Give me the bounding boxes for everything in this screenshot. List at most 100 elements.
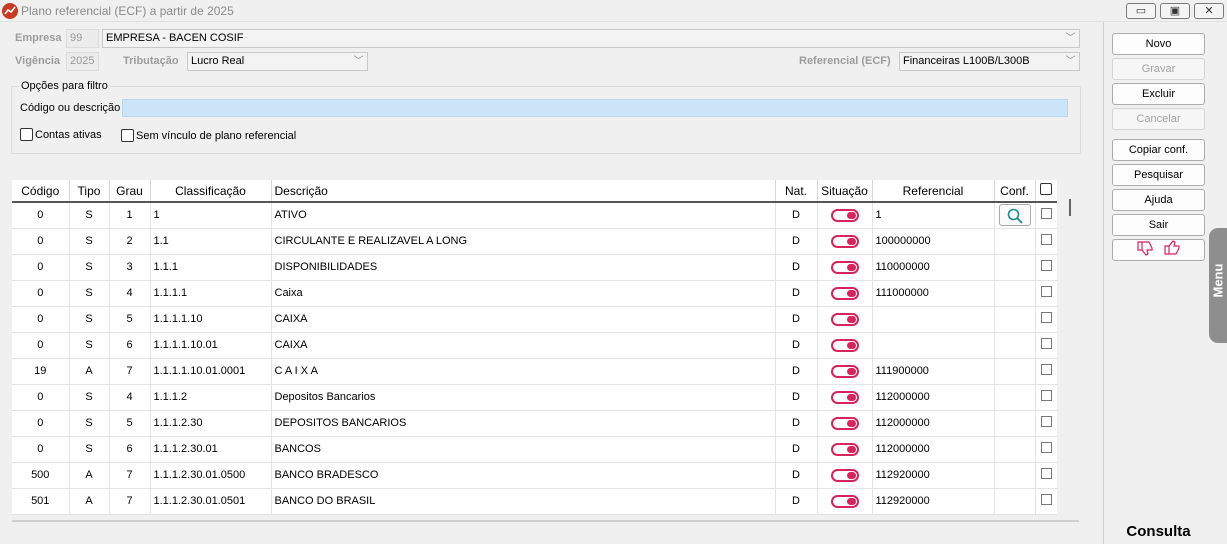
cell-descricao: DEPOSITOS BANCARIOS [271,410,776,437]
situacao-toggle[interactable] [830,208,859,222]
row-checkbox[interactable] [1040,286,1052,297]
situacao-toggle[interactable] [830,234,859,248]
table-row[interactable]: 0 S 2 1.1 CIRCULANTE E REALIZAVEL A LONG D 100… [12,228,1057,255]
cell-codigo: 19 [12,358,70,385]
situacao-toggle[interactable] [830,390,859,404]
gravar-label: Gravar [1141,63,1176,75]
row-checkbox[interactable] [1040,234,1052,245]
row-checkbox[interactable] [1040,260,1052,271]
row-checkbox[interactable] [1040,416,1052,427]
sair-button[interactable]: Sair [1112,214,1205,236]
contas-ativas-checkbox[interactable] [20,128,33,141]
col-header-conf[interactable]: Conf. [994,180,1036,203]
cell-nat: D [775,202,818,229]
search-icon [1007,208,1023,224]
referencial-select-value: Financeiras L100B/L300B [903,55,1030,67]
restore-button[interactable]: ▣ [1160,3,1190,19]
table-row[interactable]: 0 S 6 1.1.1.1.10.01 CAIXA D [12,332,1057,359]
situacao-toggle[interactable] [830,416,859,430]
cell-descricao: BANCOS [271,436,776,463]
search-input[interactable] [122,99,1068,117]
col-header-grau[interactable]: Grau [109,180,151,203]
situacao-toggle[interactable] [830,442,859,456]
contas-ativas-label: Contas ativas [35,129,102,141]
situacao-toggle[interactable] [830,468,859,482]
sem-vinculo-checkbox[interactable] [121,129,134,142]
situacao-toggle[interactable] [830,338,859,352]
grid-body: 0 S 1 1 ATIVO D 1 0 S 2 1.1 CIRCULANTE E REALIZAVEL… [12,202,1057,515]
cell-tipo: S [69,384,110,411]
referencial-select[interactable]: Financeiras L100B/L300B ﹀ [899,52,1080,71]
pesquisar-label: Pesquisar [1134,169,1183,181]
col-header-nat[interactable]: Nat. [775,180,818,203]
ajuda-button[interactable]: Ajuda [1112,189,1205,211]
select-all-checkbox[interactable] [1040,183,1052,195]
chevron-down-icon: ﹀ [1065,33,1076,44]
chevron-down-icon: ﹀ [353,56,364,67]
cell-classificacao: 1.1.1.2.30.01.0500 [150,462,272,489]
cell-select [1035,280,1057,307]
novo-button[interactable]: Novo [1112,33,1205,55]
cell-classificacao: 1.1.1.1 [150,280,272,307]
thumbs-down-icon[interactable] [1136,240,1154,263]
grid-scrollbar-thumb[interactable] [1069,199,1071,216]
col-header-codigo[interactable]: Código [12,180,70,203]
tributacao-select[interactable]: Lucro Real ﹀ [187,52,368,71]
table-row[interactable]: 19 A 7 1.1.1.1.10.01.0001 C A I X A D 11190000… [12,358,1057,385]
col-header-select-all[interactable] [1035,180,1057,203]
table-row[interactable]: 0 S 5 1.1.1.2.30 DEPOSITOS BANCARIOS D 1120000… [12,410,1057,437]
row-checkbox[interactable] [1040,494,1052,505]
table-row[interactable]: 0 S 1 1 ATIVO D 1 [12,202,1057,229]
table-row[interactable]: 0 S 4 1.1.1.2 Depositos Bancarios D 112000000 [12,384,1057,411]
search-label: Código ou descrição [20,102,121,114]
table-row[interactable]: 0 S 4 1.1.1.1 Caixa D 111000000 [12,280,1057,307]
excluir-button[interactable]: Excluir [1112,83,1205,105]
col-header-tipo[interactable]: Tipo [69,180,110,203]
grid-scrollbar[interactable] [1063,180,1079,515]
cell-select [1035,410,1057,437]
cell-conf [994,254,1036,281]
situacao-toggle[interactable] [830,286,859,300]
table-row[interactable]: 0 S 3 1.1.1 DISPONIBILIDADES D 110000000 [12,254,1057,281]
cell-situacao [817,228,873,255]
situacao-toggle[interactable] [830,494,859,508]
cell-conf [994,488,1036,515]
col-header-situacao[interactable]: Situação [817,180,873,203]
cell-classificacao: 1.1.1.2 [150,384,272,411]
cell-descricao: ATIVO [271,202,776,229]
situacao-toggle[interactable] [830,260,859,274]
col-header-descricao[interactable]: Descrição [271,180,776,203]
thumbs-up-icon[interactable] [1163,240,1181,263]
tributacao-label: Tributação [123,55,179,67]
row-checkbox[interactable] [1040,208,1052,220]
row-checkbox[interactable] [1040,468,1052,479]
cell-codigo: 0 [12,228,70,255]
row-checkbox[interactable] [1040,338,1052,349]
table-row[interactable]: 501 A 7 1.1.1.2.30.01.0501 BANCO DO BRASIL D 1… [12,488,1057,515]
table-row[interactable]: 500 A 7 1.1.1.2.30.01.0500 BANCO BRADESCO D 11… [12,462,1057,489]
cell-grau: 7 [109,488,151,515]
cancelar-button[interactable]: Cancelar [1112,108,1205,130]
copiar-conf-button[interactable]: Copiar conf. [1112,139,1205,161]
minimize-button[interactable]: ▭ [1126,3,1156,19]
gravar-button[interactable]: Gravar [1112,58,1205,80]
row-checkbox[interactable] [1040,390,1052,401]
row-checkbox[interactable] [1040,442,1052,453]
cell-descricao: DISPONIBILIDADES [271,254,776,281]
pesquisar-button[interactable]: Pesquisar [1112,164,1205,186]
situacao-toggle[interactable] [830,364,859,378]
cell-grau: 4 [109,384,151,411]
row-checkbox[interactable] [1040,364,1052,375]
empresa-select[interactable]: EMPRESA - BACEN COSIF ﹀ [102,29,1080,48]
close-button[interactable]: ✕ [1194,3,1224,19]
table-row[interactable]: 0 S 5 1.1.1.1.10 CAIXA D [12,306,1057,333]
cell-select [1035,228,1057,255]
conf-search-button[interactable] [998,204,1031,227]
table-row[interactable]: 0 S 6 1.1.1.2.30.01 BANCOS D 112000000 [12,436,1057,463]
situacao-toggle[interactable] [830,312,859,326]
tributacao-select-value: Lucro Real [191,55,245,67]
col-header-classificacao[interactable]: Classificação [150,180,272,203]
cell-tipo: S [69,280,110,307]
col-header-referencial[interactable]: Referencial [872,180,995,203]
row-checkbox[interactable] [1040,312,1052,323]
